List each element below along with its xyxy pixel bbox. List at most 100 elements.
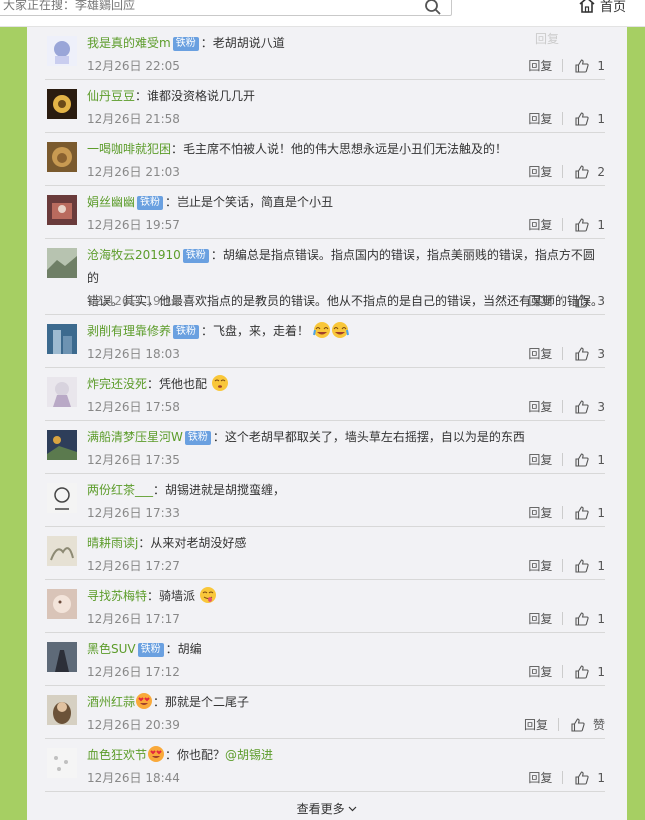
avatar[interactable] xyxy=(47,377,77,407)
reply-button[interactable]: 回复 xyxy=(528,451,552,468)
thumbs-up-icon[interactable] xyxy=(575,770,589,785)
thumbs-up-icon[interactable] xyxy=(575,664,589,679)
timestamp: 12月26日 18:44 xyxy=(87,771,180,785)
avatar[interactable] xyxy=(47,36,77,66)
chevron-down-icon xyxy=(348,806,357,812)
comment-item: 娟丝幽幽 铁粉 ：岂止是个笑话，简直是个小丑 12月26日 19:57 回复 1 xyxy=(45,185,605,239)
user-mention[interactable]: @胡锡进 xyxy=(225,748,273,762)
fan-badge: 铁粉 xyxy=(173,325,200,339)
like-count: 3 xyxy=(597,346,605,361)
comment-item: 血色狂欢节 ：你也配？@胡锡进 12月26日 18:44 回复 1 xyxy=(45,738,605,792)
username[interactable]: 两份红茶___ xyxy=(87,483,153,497)
like-count: 2 xyxy=(597,164,605,179)
avatar[interactable] xyxy=(47,324,77,354)
home-link[interactable]: 首页 xyxy=(578,0,626,16)
reply-button[interactable]: 回复 xyxy=(528,769,552,786)
timestamp: 12月26日 17:58 xyxy=(87,400,180,414)
username[interactable]: 晴耕雨读j xyxy=(87,536,138,550)
username[interactable]: 沧海牧云201910 xyxy=(87,248,181,262)
avatar[interactable] xyxy=(47,142,77,172)
home-label: 首页 xyxy=(600,0,627,15)
username[interactable]: 仙丹豆豆 xyxy=(87,89,135,103)
timestamp: 12月26日 21:03 xyxy=(87,165,180,179)
reply-button[interactable]: 回复 xyxy=(528,292,552,309)
like-count: 1 xyxy=(597,452,605,467)
reply-button[interactable]: 回复 xyxy=(528,216,552,233)
username[interactable]: 一喝咖啡就犯困 xyxy=(87,142,171,156)
thumbs-up-icon[interactable] xyxy=(575,58,589,73)
thumbs-up-icon[interactable] xyxy=(575,111,589,126)
load-more-button[interactable]: 查看更多 xyxy=(27,800,627,817)
shush-emoji-icon xyxy=(211,375,228,391)
reply-button[interactable]: 回复 xyxy=(528,57,552,74)
reply-button[interactable]: 回复 xyxy=(528,610,552,627)
thumbs-up-icon[interactable] xyxy=(575,399,589,414)
username[interactable]: 寻找苏梅特 xyxy=(87,589,147,603)
search-input[interactable] xyxy=(1,0,415,15)
thumbs-up-icon[interactable] xyxy=(575,611,589,626)
reply-button[interactable]: 回复 xyxy=(528,163,552,180)
like-count: 1 xyxy=(597,558,605,573)
avatar[interactable] xyxy=(47,642,77,672)
comment-text: ：谁都没资格说几几开 xyxy=(135,89,256,103)
fan-badge: 铁粉 xyxy=(137,643,164,657)
thumbs-up-icon[interactable] xyxy=(575,505,589,520)
reply-button[interactable]: 回复 xyxy=(528,345,552,362)
reply-button[interactable]: 回复 xyxy=(528,110,552,127)
avatar[interactable] xyxy=(47,748,77,778)
thumbs-up-icon[interactable] xyxy=(571,717,585,732)
avatar[interactable] xyxy=(47,89,77,119)
thumbs-up-icon[interactable] xyxy=(575,217,589,232)
search-icon[interactable] xyxy=(424,0,442,16)
username[interactable]: 我是真的难受m xyxy=(87,36,171,50)
reply-button[interactable]: 回复 xyxy=(528,398,552,415)
divider xyxy=(562,59,564,72)
reply-button[interactable]: 回复 xyxy=(528,557,552,574)
thumbs-up-icon[interactable] xyxy=(575,293,589,308)
fan-badge: 铁粉 xyxy=(184,431,211,445)
avatar[interactable] xyxy=(47,589,77,619)
reply-button[interactable]: 回复 xyxy=(528,663,552,680)
reply-button[interactable]: 回复 xyxy=(524,716,548,733)
username[interactable]: 剥削有理靠修养 xyxy=(87,324,171,338)
comment-text: ：从来对老胡没好感 xyxy=(138,536,247,550)
divider xyxy=(562,294,564,307)
comment-text: ：骑墙派 xyxy=(147,589,196,603)
username[interactable]: 酒州红蒜 xyxy=(87,695,135,709)
divider xyxy=(562,559,564,572)
divider xyxy=(562,112,564,125)
avatar[interactable] xyxy=(47,483,77,513)
timestamp: 12月26日 19:10 xyxy=(87,294,180,308)
divider xyxy=(562,612,564,625)
thumbs-up-icon[interactable] xyxy=(575,164,589,179)
comment-text: ：你也配？ xyxy=(165,748,226,762)
username[interactable]: 炸完还没死 xyxy=(87,377,147,391)
fan-badge: 铁粉 xyxy=(137,196,164,210)
divider xyxy=(562,218,564,231)
like-label: 赞 xyxy=(592,718,605,732)
comment-item: 沧海牧云201910 铁粉 ：胡编总是指点错误。指点国内的错误，指点美丽贱的错误，指… xyxy=(45,238,605,315)
crying-laughing-emoji-icon xyxy=(331,322,349,338)
thumbs-up-icon[interactable] xyxy=(575,452,589,467)
comment-text: ：飞盘，来，走着！ xyxy=(201,324,310,338)
comment-item: 仙丹豆豆：谁都没资格说几几开 12月26日 21:58 回复 1 xyxy=(45,79,605,133)
comment-item: 两份红茶___：胡锡进就是胡搅蛮缠， 12月26日 17:33 回复 1 xyxy=(45,473,605,527)
username[interactable]: 满船清梦压星河W xyxy=(87,430,183,444)
avatar[interactable] xyxy=(47,536,77,566)
reply-button[interactable]: 回复 xyxy=(528,504,552,521)
avatar[interactable] xyxy=(47,430,77,460)
comment-text: ：凭他也配 xyxy=(147,377,208,391)
username[interactable]: 黑色SUV xyxy=(87,642,136,656)
avatar[interactable] xyxy=(47,195,77,225)
thumbs-up-icon[interactable] xyxy=(575,558,589,573)
timestamp: 12月26日 17:17 xyxy=(87,612,180,626)
comment-item: 一喝咖啡就犯困：毛主席不怕被人说！他的伟大思想永远是小丑们无法触及的！ 12月2… xyxy=(45,132,605,186)
avatar[interactable] xyxy=(47,695,77,725)
avatar[interactable] xyxy=(47,248,77,278)
comment-item: 炸完还没死：凭他也配 12月26日 17:58 回复 3 xyxy=(45,367,605,421)
search-box[interactable] xyxy=(0,0,452,16)
thumbs-up-icon[interactable] xyxy=(575,346,589,361)
username[interactable]: 血色狂欢节 xyxy=(87,748,147,762)
timestamp: 12月26日 19:57 xyxy=(87,218,180,232)
username[interactable]: 娟丝幽幽 xyxy=(87,195,135,209)
